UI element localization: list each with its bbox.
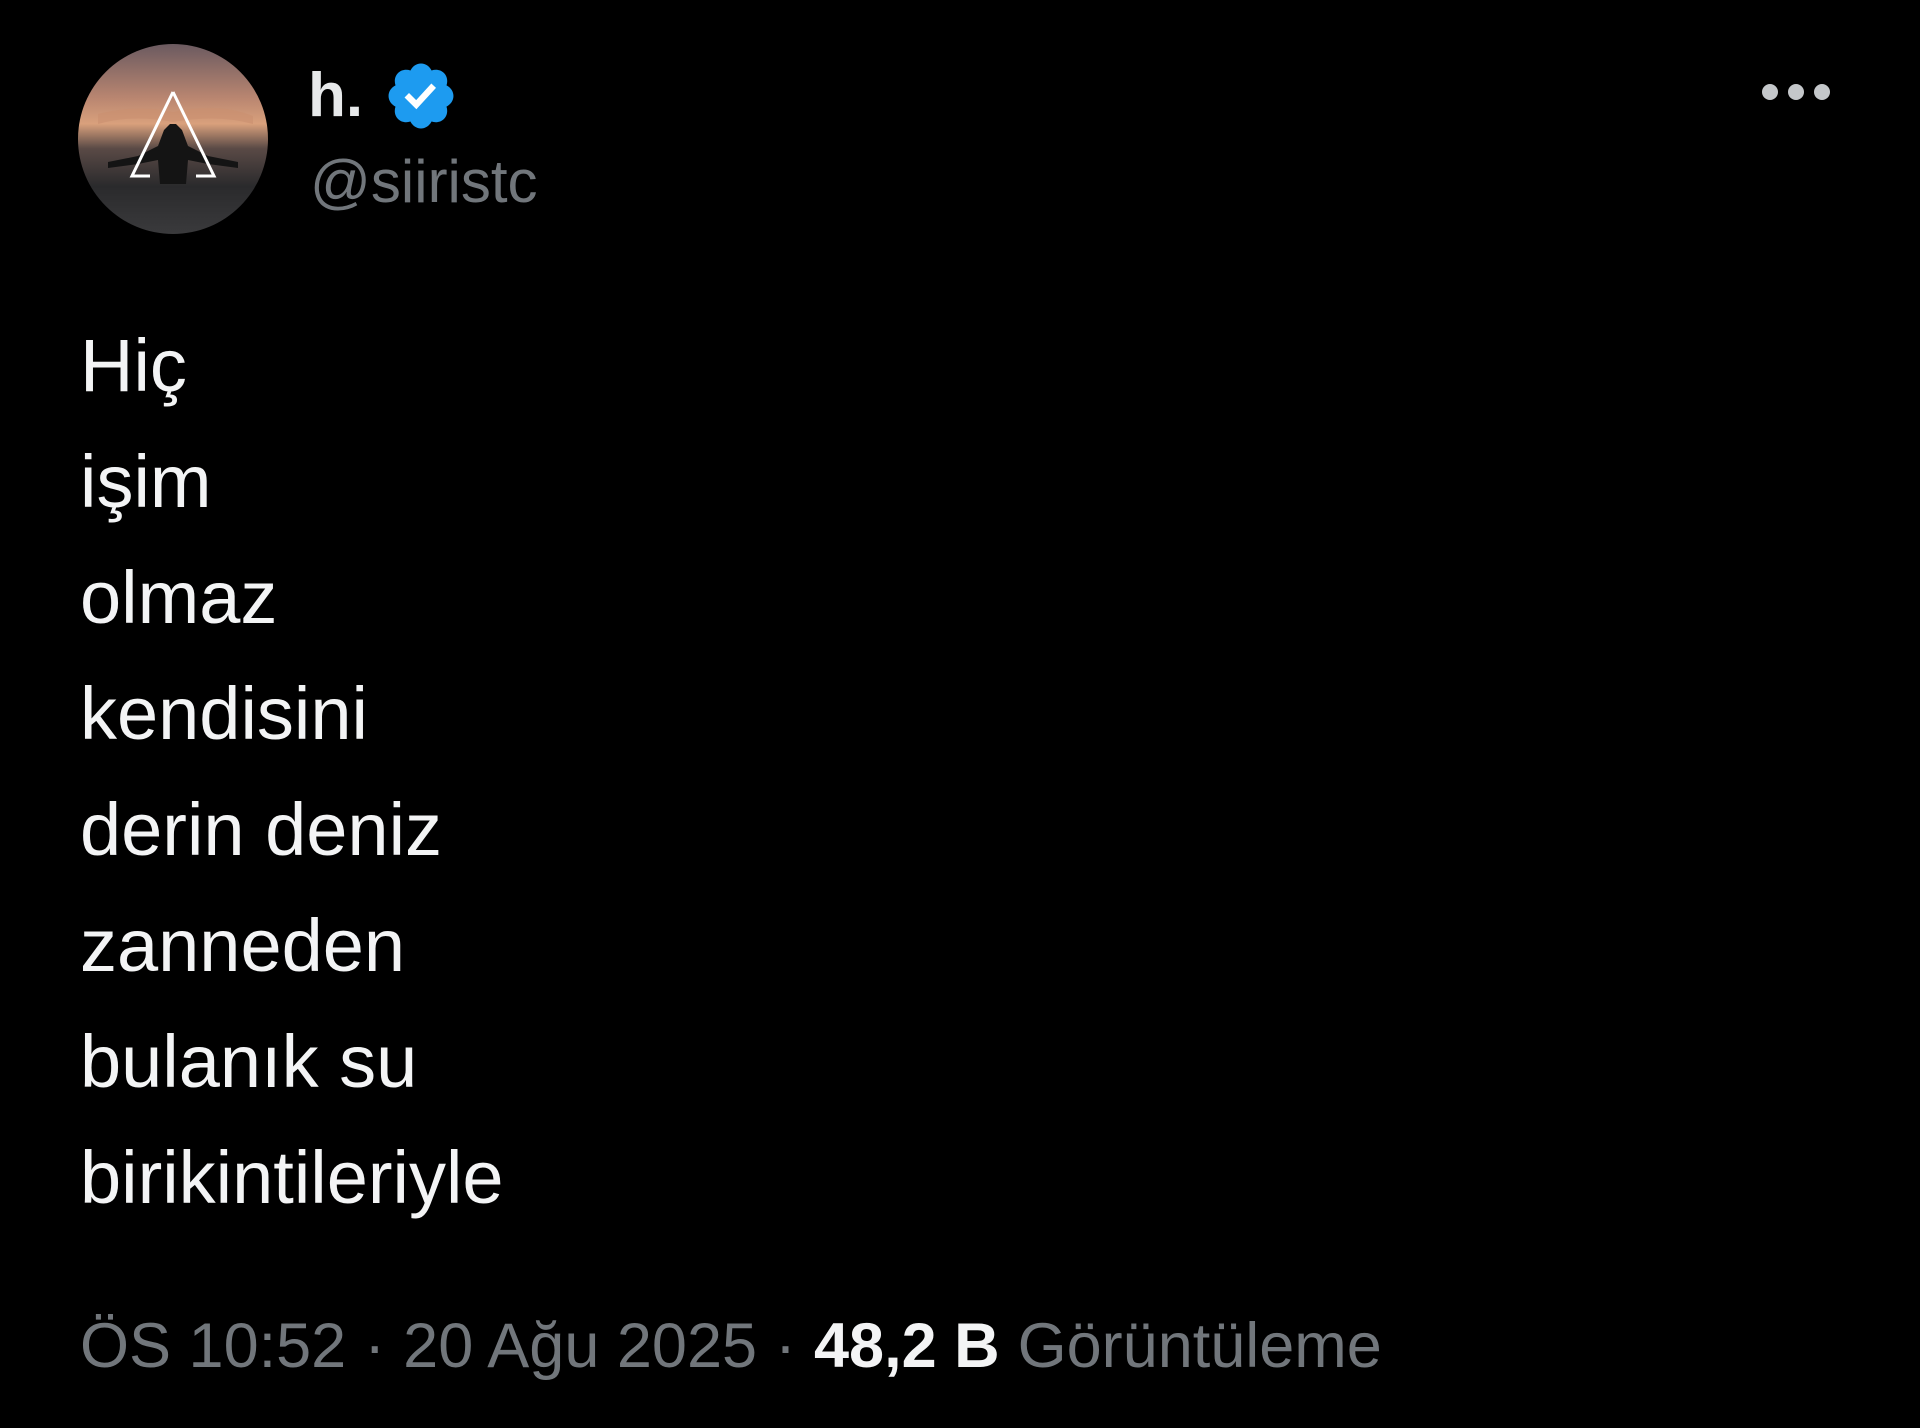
tweet-text: Hiç işim olmaz kendisini derin deniz zan…	[80, 308, 504, 1236]
more-options-button[interactable]	[1748, 70, 1844, 114]
tweet-line: kendisini	[80, 672, 368, 755]
tweet-line: olmaz	[80, 556, 278, 639]
tweet-line: Hiç	[80, 324, 187, 407]
more-horizontal-icon	[1762, 84, 1778, 100]
display-name[interactable]: h.	[308, 65, 363, 127]
tweet-line: zanneden	[80, 904, 406, 987]
tweet-meta: ÖS 10:52 · 20 Ağu 2025 · 48,2 B Görüntül…	[80, 1306, 1382, 1386]
tweet-line: işim	[80, 440, 212, 523]
author-handle[interactable]: @siiristc	[310, 152, 538, 212]
tweet-line: bulanık su	[80, 1020, 418, 1103]
author-name-row: h.	[308, 56, 459, 136]
verified-badge-icon[interactable]	[383, 58, 459, 134]
views-count[interactable]: 48,2 B	[814, 1306, 1000, 1386]
tweet-line: birikintileriyle	[80, 1136, 504, 1219]
avatar[interactable]	[78, 44, 268, 234]
tweet-line: derin deniz	[80, 788, 443, 871]
tweet-card: h. @siiristc Hiç işim olmaz kendisini de…	[0, 0, 1920, 1428]
avatar-image	[78, 44, 268, 234]
meta-separator: ·	[775, 1311, 797, 1381]
meta-separator: ·	[364, 1311, 386, 1381]
tweet-date[interactable]: 20 Ağu 2025	[403, 1306, 757, 1386]
more-horizontal-icon-dot	[1814, 84, 1830, 100]
tweet-time[interactable]: ÖS 10:52	[80, 1306, 346, 1386]
more-horizontal-icon-dot	[1788, 84, 1804, 100]
views-label[interactable]: Görüntüleme	[1018, 1306, 1382, 1386]
